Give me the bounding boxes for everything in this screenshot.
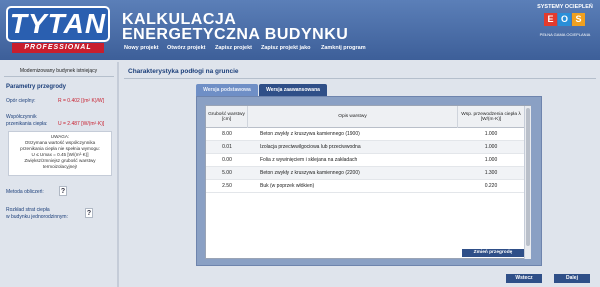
table-row[interactable]: 0.00 Folia z wywinięciem i sklejana na z… — [206, 154, 524, 167]
column-header-thickness: Grubość warstwy [cm] — [206, 106, 248, 128]
column-divider — [117, 62, 119, 287]
u-coefficient-label-2: przenikania ciepła: — [6, 121, 48, 127]
thermal-resistance-label: Opór cieplny: — [6, 98, 36, 104]
page-title: Charakterystyka podłogi na gruncie — [128, 68, 239, 75]
nav-new-project[interactable]: Nowy projekt — [124, 45, 159, 51]
nav-save-project-as[interactable]: Zapisz projekt jako — [261, 45, 311, 51]
cell-lambda: 1.000 — [484, 131, 498, 137]
brand-letter-e: E — [544, 13, 557, 26]
column-header-lambda: Wsp. przewodzenia ciepła λ [W/(m·K)] — [461, 111, 521, 123]
u-coefficient-label-1: Współczynnik — [6, 114, 37, 120]
tab-advanced-version[interactable]: Wersja zaawansowana — [259, 84, 327, 96]
u-coefficient-value: U = 2.487 [W/(m²·K)] — [58, 121, 105, 127]
title-divider — [124, 78, 596, 79]
table-row[interactable]: 2.50 Buk (w poprzek włókien) 0.220 — [206, 180, 524, 193]
heat-loss-help-icon[interactable]: ? — [85, 208, 93, 218]
calculation-method-help-icon[interactable]: ? — [59, 186, 67, 196]
main-panel: Charakterystyka podłogi na gruncie Wersj… — [120, 62, 600, 287]
cell-description: Beton zwykły z kruszywa kamiennego (2200… — [260, 170, 360, 176]
cell-thickness: 8.00 — [222, 131, 232, 137]
logo-sub-text: PROFESSIONAL — [12, 43, 104, 53]
cell-lambda: 1.000 — [484, 157, 498, 163]
nav-close-program[interactable]: Zamknij program — [321, 45, 366, 51]
column-header-description: Opis warstwy — [248, 106, 458, 128]
nav-open-project[interactable]: Otwórz projekt — [167, 45, 206, 51]
eos-brand-logo: SYSTEMY OCIEPLEŃ E O S PEŁNA GAMA OCIEPL… — [534, 4, 596, 44]
cell-description: Buk (w poprzek włókien) — [260, 183, 315, 189]
app-title-line2: ENERGETYCZNA BUDYNKU — [122, 26, 349, 43]
tytan-logo: TYTAN PROFESSIONAL — [6, 6, 110, 54]
heat-loss-label-line2: w budynku jednorodzinnym: — [6, 214, 68, 220]
nav-save-project[interactable]: Zapisz projekt — [215, 45, 252, 51]
logo-main-text: TYTAN — [6, 6, 110, 42]
warning-note: UWAGA: Otrzymana wartość współczynnika p… — [8, 131, 112, 176]
table-row[interactable]: 8.00 Beton zwykły z kruszywa kamiennego … — [206, 128, 524, 141]
cell-description: Folia z wywinięciem i sklejana na zakład… — [260, 157, 358, 163]
brand-title: SYSTEMY OCIEPLEŃ — [537, 4, 593, 10]
cell-thickness: 5.00 — [222, 170, 232, 176]
change-partition-button[interactable]: Zmień przegrodę — [462, 249, 524, 257]
back-button[interactable]: Wstecz — [506, 274, 542, 283]
table-row[interactable]: 0.01 Izolacja przeciwwilgociowa lub prze… — [206, 141, 524, 154]
cell-lambda: 0.220 — [484, 183, 498, 189]
table-scrollbar[interactable] — [524, 106, 531, 259]
cell-thickness: 2.50 — [222, 183, 232, 189]
section-title: Parametry przegrody — [6, 84, 67, 90]
cell-description: Izolacja przeciwwilgociowa lub przeciwwo… — [260, 144, 361, 150]
left-sidebar: Modernizowany budynek istniejący Paramet… — [0, 62, 117, 287]
brand-subtitle: PEŁNA GAMA OCIEPLANIA — [539, 32, 591, 37]
cell-thickness: 0.00 — [222, 157, 232, 163]
app-title-line1: KALKULACJA — [122, 11, 237, 28]
note-line: termoizolacyjnej! — [42, 164, 78, 169]
cell-description: Beton zwykły z kruszywa kamiennego (1900… — [260, 131, 360, 137]
heat-loss-distribution-label: Rozkład strat ciepła w budynku jednorodz… — [6, 207, 68, 221]
layers-table: Grubość warstwy [cm] Opis warstwy Wsp. p… — [205, 105, 531, 259]
table-row[interactable]: 5.00 Beton zwykły z kruszywa kamiennego … — [206, 167, 524, 180]
tab-basic-version[interactable]: Wersja podstawowa — [196, 84, 258, 96]
brand-letter-o: O — [558, 13, 571, 26]
brand-letter-s: S — [572, 13, 585, 26]
calculation-method-label: Metoda obliczeń: — [6, 189, 44, 195]
cell-lambda: 1.000 — [484, 144, 498, 150]
app-title: KALKULACJA ENERGETYCZNA BUDYNKU — [122, 11, 349, 43]
sidebar-divider — [4, 76, 114, 77]
app-header: TYTAN PROFESSIONAL KALKULACJA ENERGETYCZ… — [0, 0, 600, 60]
table-header: Grubość warstwy [cm] Opis warstwy Wsp. p… — [206, 106, 524, 128]
heat-loss-label-line1: Rozkład strat ciepła — [6, 207, 50, 213]
cell-lambda: 1.300 — [484, 170, 498, 176]
building-type-label: Modernizowany budynek istniejący — [19, 68, 98, 74]
cell-thickness: 0.01 — [222, 144, 232, 150]
thermal-resistance-value: R = 0.402 [(m² K)/W] — [58, 98, 104, 104]
layers-panel: Grubość warstwy [cm] Opis warstwy Wsp. p… — [196, 96, 542, 266]
scrollbar-thumb[interactable] — [526, 108, 530, 246]
next-button[interactable]: Dalej — [554, 274, 590, 283]
